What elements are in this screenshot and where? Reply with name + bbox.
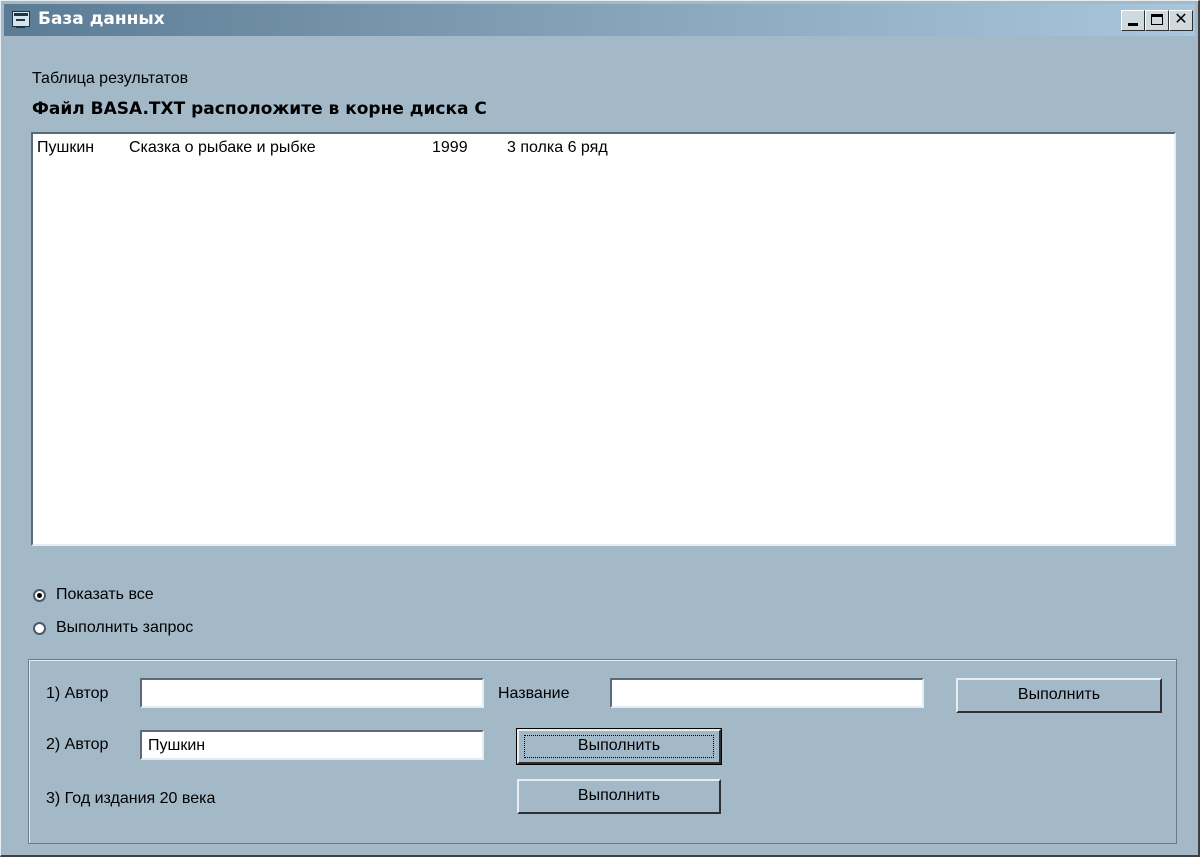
radio-show-all[interactable]: Показать все (33, 584, 154, 606)
row-location: 3 полка 6 ряд (507, 139, 608, 156)
radio-show-all-indicator[interactable] (33, 588, 46, 602)
q1-title-input[interactable] (610, 678, 924, 708)
radio-run-query-label: Выполнить запрос (56, 619, 194, 636)
minimize-button[interactable] (1121, 10, 1145, 31)
radio-run-query[interactable]: Выполнить запрос (33, 617, 193, 639)
close-button[interactable]: ✕ (1169, 10, 1193, 31)
window-title: База данных (38, 9, 165, 29)
q3-label: 3) Год издания 20 века (46, 790, 216, 807)
q1-run-button[interactable]: Выполнить (956, 678, 1162, 713)
q2-run-label: Выполнить (577, 737, 661, 754)
results-listbox[interactable]: Пушкин Сказка о рыбаке и рыбке 1999 3 по… (31, 132, 1176, 546)
list-item[interactable]: Пушкин Сказка о рыбаке и рыбке 1999 3 по… (37, 139, 737, 161)
title-bar[interactable]: База данных ✕ (4, 4, 1195, 36)
maximize-button[interactable] (1145, 10, 1169, 31)
q2-run-button[interactable]: Выполнить (516, 728, 722, 765)
row-title: Сказка о рыбаке и рыбке (129, 139, 316, 156)
q3-run-button[interactable]: Выполнить (517, 779, 721, 814)
results-label: Таблица результатов (32, 70, 189, 87)
radio-run-query-indicator[interactable] (33, 621, 46, 635)
file-note: Файл BASA.TXT расположите в корне диска … (32, 99, 487, 119)
app-window-icon[interactable] (12, 11, 30, 28)
maximize-icon (1151, 14, 1163, 25)
minimize-icon (1128, 23, 1138, 26)
q2-author-label: 2) Автор (46, 736, 109, 753)
q1-author-label: 1) Автор (46, 685, 109, 702)
close-icon: ✕ (1174, 11, 1188, 28)
q1-title-label: Название (498, 685, 570, 702)
main-window: База данных ✕ Таблица результатов Файл B… (0, 0, 1200, 857)
radio-show-all-label: Показать все (56, 586, 154, 603)
q1-author-input[interactable] (140, 678, 484, 708)
q2-author-input[interactable]: Пушкин (140, 730, 484, 760)
row-author: Пушкин (37, 139, 95, 156)
row-year: 1999 (432, 139, 468, 156)
